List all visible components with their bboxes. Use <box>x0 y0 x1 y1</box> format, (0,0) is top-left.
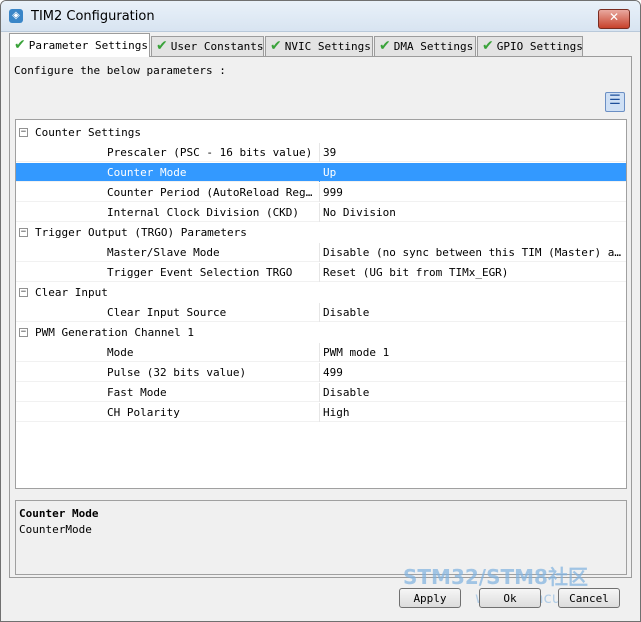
group-counter-settings[interactable]: − Counter Settings <box>16 123 626 142</box>
check-icon: ✔ <box>270 38 282 54</box>
collapse-icon[interactable]: − <box>19 288 28 297</box>
column-divider <box>319 263 320 282</box>
group-label: PWM Generation Channel 1 <box>35 326 194 339</box>
group-clear-input[interactable]: − Clear Input <box>16 283 626 302</box>
collapse-icon[interactable]: − <box>19 128 28 137</box>
tab-bar: ✔ Parameter Settings ✔ User Constants ✔ NVI… <box>9 33 632 57</box>
param-row-counter-mode[interactable]: Counter Mode Up <box>16 163 626 182</box>
check-icon: ✔ <box>14 37 26 53</box>
param-name: Counter Mode <box>107 166 187 179</box>
column-divider <box>319 403 320 422</box>
group-pwm-channel-1[interactable]: − PWM Generation Channel 1 <box>16 323 626 342</box>
window-title: TIM2 Configuration <box>31 9 155 24</box>
param-row-ch-polarity[interactable]: CH Polarity High <box>16 403 626 422</box>
param-name: Clear Input Source <box>107 306 227 319</box>
param-row-fast-mode[interactable]: Fast Mode Disable <box>16 383 626 402</box>
tab-label: GPIO Settings <box>496 40 583 53</box>
param-value[interactable]: Disable (no sync between this TIM (Maste… <box>323 243 623 262</box>
param-value[interactable]: High <box>323 403 623 422</box>
instruction-text: Configure the below parameters : <box>14 64 226 77</box>
param-name: Mode <box>107 346 134 359</box>
param-row-counter-period[interactable]: Counter Period (AutoReload Regis... 999 <box>16 183 626 202</box>
tab-nvic-settings[interactable]: ✔ NVIC Settings <box>265 36 373 56</box>
check-icon: ✔ <box>156 38 168 54</box>
ok-button[interactable]: Ok <box>479 588 541 608</box>
param-value[interactable]: Disable <box>323 303 623 322</box>
column-divider <box>319 303 320 322</box>
param-row-master-slave-mode[interactable]: Master/Slave Mode Disable (no sync betwe… <box>16 243 626 262</box>
tab-user-constants[interactable]: ✔ User Constants <box>151 36 264 56</box>
parameter-tree[interactable]: − Counter Settings Prescaler (PSC - 16 b… <box>15 119 627 489</box>
param-name: Trigger Event Selection TRGO <box>107 266 293 279</box>
param-row-mode[interactable]: Mode PWM mode 1 <box>16 343 626 362</box>
app-icon: ◈ <box>9 9 23 23</box>
tab-parameter-settings[interactable]: ✔ Parameter Settings <box>9 33 150 57</box>
collapse-icon[interactable]: − <box>19 328 28 337</box>
param-name: Master/Slave Mode <box>107 246 220 259</box>
tab-gpio-settings[interactable]: ✔ GPIO Settings <box>477 36 583 56</box>
group-label: Clear Input <box>35 286 108 299</box>
param-row-trigger-event-selection[interactable]: Trigger Event Selection TRGO Reset (UG b… <box>16 263 626 282</box>
param-row-pulse[interactable]: Pulse (32 bits value) 499 <box>16 363 626 382</box>
param-value[interactable]: Disable <box>323 383 623 402</box>
column-divider <box>319 383 320 402</box>
param-name: Counter Period (AutoReload Regis... <box>107 186 317 199</box>
description-text: CounterMode <box>19 523 92 536</box>
param-value[interactable]: Reset (UG bit from TIMx_EGR) <box>323 263 623 282</box>
close-button[interactable]: ✕ <box>598 9 630 29</box>
param-value[interactable]: 999 <box>323 183 623 202</box>
param-value[interactable]: PWM mode 1 <box>323 343 623 362</box>
collapse-icon[interactable]: − <box>19 228 28 237</box>
column-divider <box>319 183 320 202</box>
check-icon: ✔ <box>482 38 494 54</box>
param-value[interactable]: 39 <box>323 143 623 162</box>
group-label: Trigger Output (TRGO) Parameters <box>35 226 247 239</box>
group-trigger-output[interactable]: − Trigger Output (TRGO) Parameters <box>16 223 626 242</box>
description-title: Counter Mode <box>19 507 99 520</box>
param-name: Internal Clock Division (CKD) <box>107 206 300 219</box>
param-name: CH Polarity <box>107 406 180 419</box>
tim2-configuration-dialog: ◈ TIM2 Configuration ✕ ✔ Parameter Settin… <box>0 0 641 622</box>
tab-label: DMA Settings <box>393 40 474 53</box>
column-divider <box>319 203 320 222</box>
column-divider <box>319 163 320 182</box>
tab-label: NVIC Settings <box>284 40 371 53</box>
tab-label: User Constants <box>170 40 264 53</box>
param-row-clear-input-source[interactable]: Clear Input Source Disable <box>16 303 626 322</box>
list-view-icon[interactable]: ☰ <box>605 92 625 112</box>
tab-label: Parameter Settings <box>28 39 148 52</box>
tab-dma-settings[interactable]: ✔ DMA Settings <box>374 36 476 56</box>
title-bar[interactable]: ◈ TIM2 Configuration ✕ <box>1 1 640 32</box>
apply-button[interactable]: Apply <box>399 588 461 608</box>
group-label: Counter Settings <box>35 126 141 139</box>
param-name: Fast Mode <box>107 386 167 399</box>
column-divider <box>319 243 320 262</box>
param-row-prescaler[interactable]: Prescaler (PSC - 16 bits value) 39 <box>16 143 626 162</box>
column-divider <box>319 143 320 162</box>
param-row-clock-division[interactable]: Internal Clock Division (CKD) No Divisio… <box>16 203 626 222</box>
param-name: Pulse (32 bits value) <box>107 366 247 379</box>
param-name: Prescaler (PSC - 16 bits value) <box>107 146 313 159</box>
column-divider <box>319 363 320 382</box>
param-value[interactable]: 499 <box>323 363 623 382</box>
cancel-button[interactable]: Cancel <box>558 588 620 608</box>
column-divider <box>319 343 320 362</box>
param-value[interactable]: Up <box>323 163 623 182</box>
parameter-settings-panel: Configure the below parameters : ☰ − Cou… <box>9 56 632 578</box>
description-box: Counter Mode CounterMode <box>15 500 627 575</box>
check-icon: ✔ <box>379 38 391 54</box>
param-value[interactable]: No Division <box>323 203 623 222</box>
